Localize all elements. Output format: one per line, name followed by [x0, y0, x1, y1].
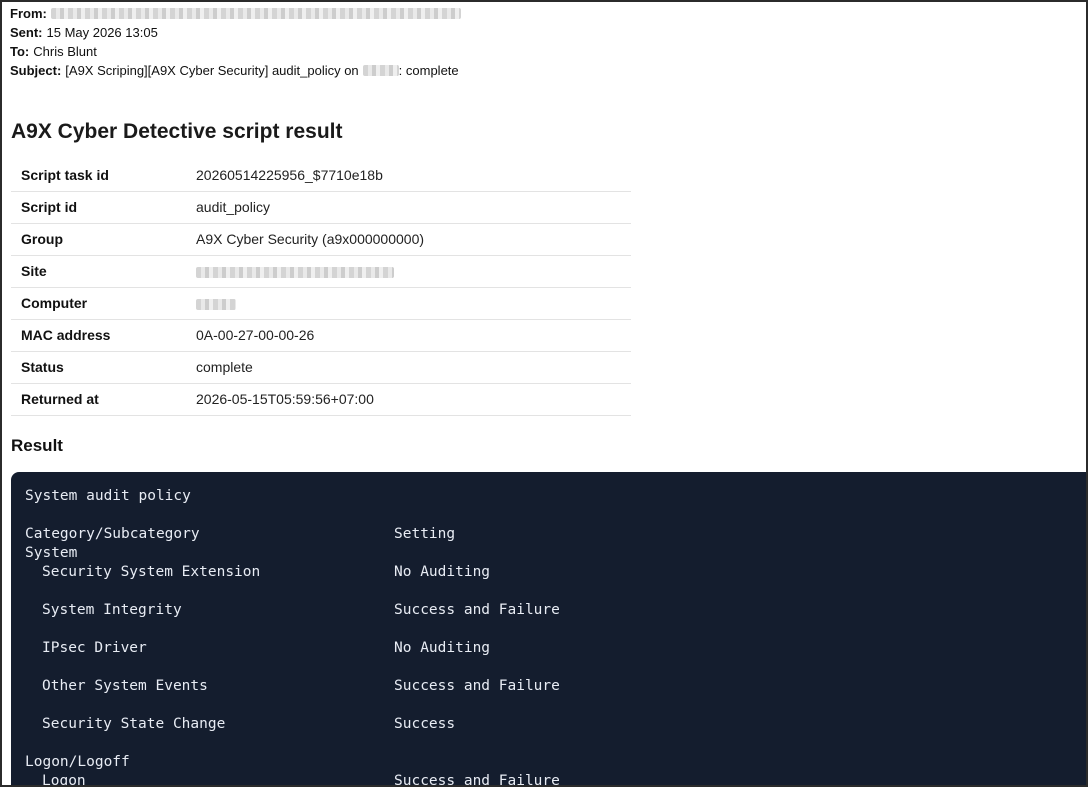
- script-info-table: Script task id 20260514225956_$7710e18b …: [11, 159, 631, 416]
- column-header-category: Category/Subcategory: [25, 526, 200, 542]
- table-row: Script task id 20260514225956_$7710e18b: [11, 159, 631, 192]
- sent-row: Sent: 15 May 2026 13:05: [10, 23, 461, 42]
- subcategory-name: Security State Change: [42, 716, 226, 732]
- table-row: Status complete: [11, 351, 631, 384]
- subject-suffix: : complete: [398, 63, 459, 78]
- email-headers: From: Sent: 15 May 2026 13:05 To: Chris …: [10, 4, 461, 80]
- subcategory-name: System Integrity: [42, 602, 182, 618]
- row-value: 20260514225956_$7710e18b: [196, 159, 631, 192]
- to-row: To: Chris Blunt: [10, 42, 461, 61]
- table-row: MAC address 0A-00-27-00-00-26: [11, 319, 631, 352]
- subcategory-setting: No Auditing: [394, 640, 491, 656]
- subcategory-name: Other System Events: [42, 678, 208, 694]
- column-header-setting: Setting: [394, 526, 456, 542]
- result-heading: Result: [11, 436, 63, 455]
- category-logon-logoff: Logon/Logoff: [25, 754, 130, 770]
- to-value[interactable]: Chris Blunt: [33, 42, 97, 61]
- table-row: Computer: [11, 287, 631, 320]
- subcategory-setting: Success and Failure: [394, 678, 560, 694]
- computer-redacted: [196, 298, 236, 310]
- table-row: Returned at 2026-05-15T05:59:56+07:00: [11, 383, 631, 416]
- subject-label: Subject:: [10, 63, 62, 78]
- output-heading: System audit policy: [25, 488, 191, 504]
- row-value: 0A-00-27-00-00-26: [196, 319, 631, 352]
- report-title: A9X Cyber Detective script result: [11, 120, 343, 143]
- row-value: A9X Cyber Security (a9x000000000): [196, 223, 631, 256]
- subcategory-setting: Success: [394, 716, 456, 732]
- subcategory-name: IPsec Driver: [42, 640, 147, 656]
- row-value-redacted: [196, 255, 631, 288]
- subject-row: Subject: [A9X Scriping][A9X Cyber Securi…: [10, 61, 461, 80]
- from-redacted: [50, 8, 461, 19]
- to-label: To:: [10, 44, 30, 59]
- row-key: Group: [11, 223, 196, 256]
- row-key: Computer: [11, 287, 196, 320]
- subject-redacted: [362, 65, 399, 76]
- sent-label: Sent:: [10, 25, 43, 40]
- row-key: Status: [11, 351, 196, 384]
- subcategory-name: Logon: [42, 773, 86, 787]
- site-redacted: [196, 266, 394, 278]
- subcategory-name: Security System Extension: [42, 564, 261, 580]
- row-value: 2026-05-15T05:59:56+07:00: [196, 383, 631, 416]
- row-key: Script task id: [11, 159, 196, 192]
- row-key: MAC address: [11, 319, 196, 352]
- sent-value: 15 May 2026 13:05: [46, 25, 158, 40]
- row-value: audit_policy: [196, 191, 631, 224]
- from-label: From:: [10, 6, 47, 21]
- from-row: From:: [10, 4, 461, 23]
- row-value-redacted: [196, 287, 631, 320]
- table-row: Script id audit_policy: [11, 191, 631, 224]
- row-key: Site: [11, 255, 196, 288]
- row-key: Returned at: [11, 383, 196, 416]
- result-output-block[interactable]: System audit policy Category/Subcategory…: [11, 472, 1086, 787]
- subcategory-setting: No Auditing: [394, 564, 491, 580]
- table-row: Group A9X Cyber Security (a9x000000000): [11, 223, 631, 256]
- subcategory-setting: Success and Failure: [394, 602, 560, 618]
- category-system: System: [25, 545, 78, 561]
- email-window: From: Sent: 15 May 2026 13:05 To: Chris …: [0, 0, 1088, 787]
- subject-prefix: [A9X Scriping][A9X Cyber Security] audit…: [65, 63, 359, 78]
- table-row: Site: [11, 255, 631, 288]
- row-key: Script id: [11, 191, 196, 224]
- row-value: complete: [196, 351, 631, 384]
- subcategory-setting: Success and Failure: [394, 773, 560, 787]
